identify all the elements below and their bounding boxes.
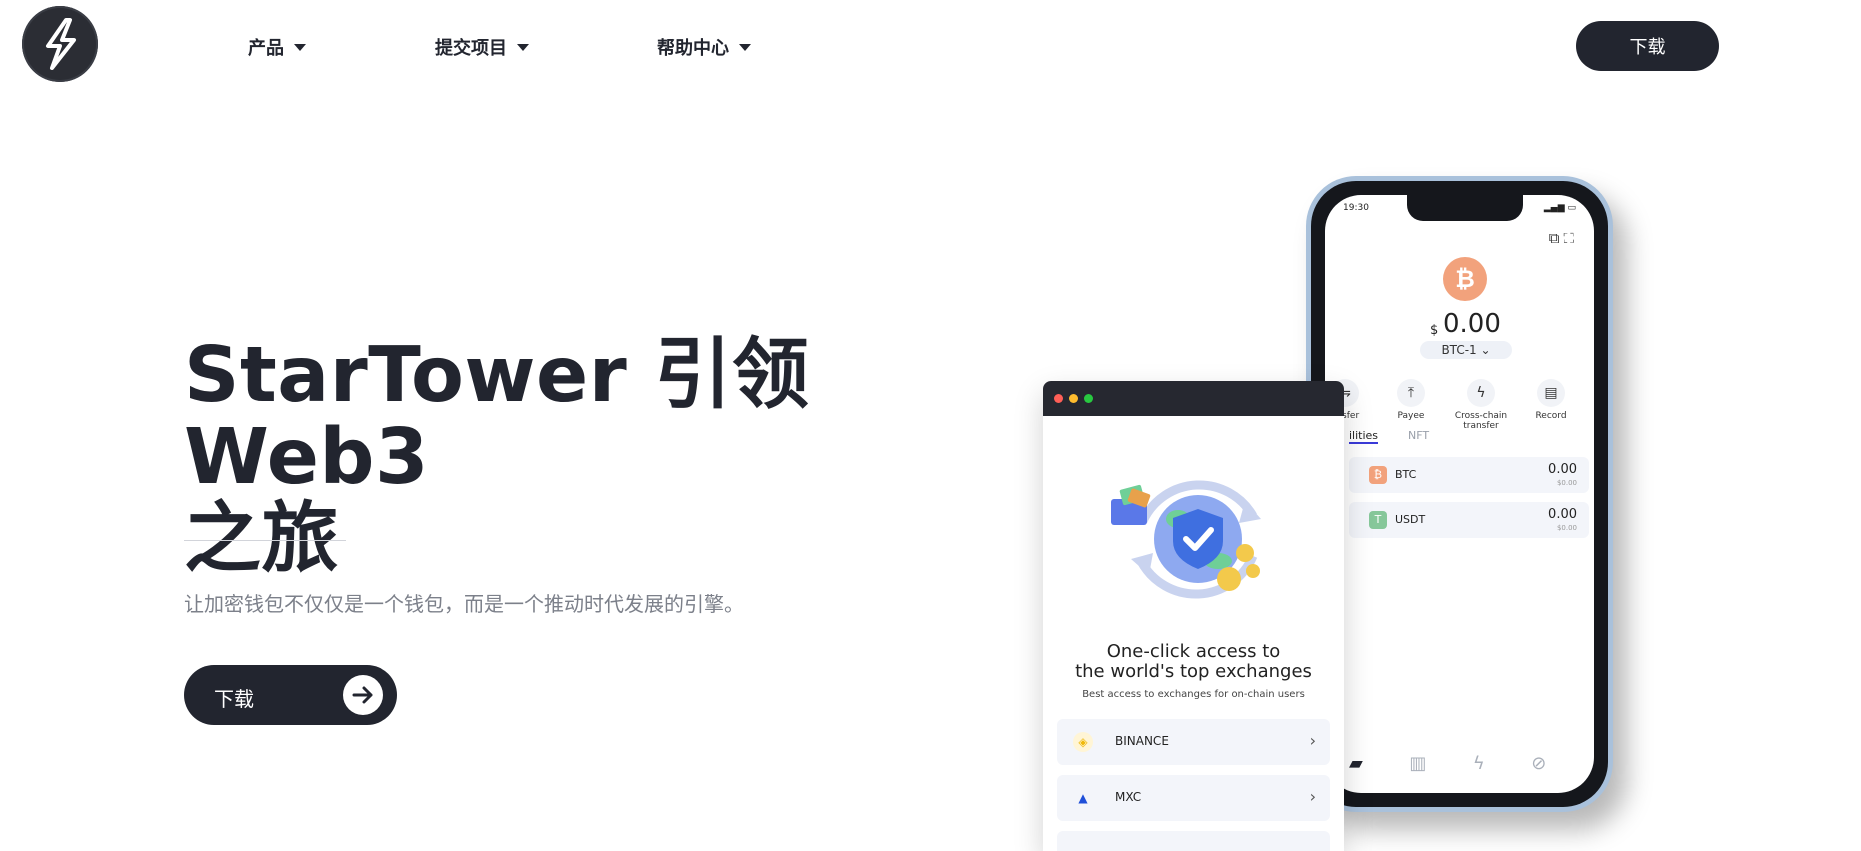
- caret-down-icon: [739, 43, 751, 51]
- phone-notch: [1407, 195, 1523, 221]
- hero-title: StarTower 引领 Web3 之旅: [184, 335, 984, 581]
- swap-tab-icon[interactable]: ϟ: [1473, 753, 1485, 774]
- phone-screen: 19:30 ▂▄▆ ▭ ⧉⛶ ₿ $ 0.00 BTC-1 ⌄ ⇋ ansfer…: [1325, 195, 1594, 793]
- nav-products[interactable]: 产品: [248, 34, 306, 60]
- close-dot-icon: [1054, 394, 1063, 403]
- signal-wifi-battery-icon: ▂▄▆ ▭: [1543, 203, 1576, 213]
- account-name: BTC-1: [1441, 343, 1477, 357]
- caret-down-icon: [294, 43, 306, 51]
- usdt-coin-icon: T: [1369, 511, 1387, 529]
- maximize-dot-icon: [1084, 394, 1093, 403]
- asset-usd: $0.00: [1556, 524, 1577, 532]
- asset-usd: $0.00: [1556, 479, 1577, 487]
- nav-submit-project[interactable]: 提交项目: [435, 34, 529, 60]
- hero-download-button[interactable]: 下载: [184, 665, 397, 725]
- asset-amount: 0.00: [1548, 462, 1577, 477]
- account-selector[interactable]: BTC-1 ⌄: [1420, 341, 1512, 359]
- window-heading-line1: One-click access to: [1106, 641, 1281, 662]
- lightning-s-icon: [46, 18, 76, 70]
- chevron-right-icon: ›: [1309, 731, 1316, 750]
- phone-tab-bar: ▰ ▥ ϟ ⊘ ♙: [1349, 753, 1594, 774]
- lightning-icon: ϟ: [1467, 379, 1495, 407]
- minimize-dot-icon: [1069, 394, 1078, 403]
- tab-abilities[interactable]: ilities: [1349, 429, 1379, 444]
- wallet-scan-icons: ⧉⛶: [1548, 229, 1578, 247]
- asset-row-usdt[interactable]: T USDT 0.00 $0.00: [1349, 502, 1589, 538]
- window-titlebar: [1043, 381, 1344, 416]
- action-cross-chain[interactable]: ϟ Cross-chain transfer: [1441, 379, 1521, 431]
- asset-amount: 0.00: [1548, 507, 1577, 522]
- nav-help-center[interactable]: 帮助中心: [657, 34, 751, 60]
- action-cross-chain-label: Cross-chain transfer: [1454, 411, 1508, 431]
- exchange-name: MXC: [1115, 790, 1142, 804]
- bitcoin-icon: ₿: [1443, 257, 1487, 301]
- record-icon: ▤: [1537, 379, 1565, 407]
- chevron-right-icon: ›: [1309, 787, 1316, 806]
- security-globe-illustration: [1111, 480, 1261, 599]
- app-window-mockup: One-click access to the world's top exch…: [1043, 381, 1344, 851]
- header-download-button[interactable]: 下载: [1576, 21, 1719, 71]
- exchange-name: BINANCE: [1115, 734, 1169, 748]
- startower-logo[interactable]: [22, 6, 98, 82]
- wallet-tab-icon[interactable]: ▰: [1349, 753, 1363, 774]
- upload-arrow-icon: ⤒: [1397, 379, 1425, 407]
- tab-nft[interactable]: NFT: [1408, 429, 1429, 442]
- balance-amount: 0.00: [1443, 309, 1501, 339]
- discover-tab-icon[interactable]: ⊘: [1531, 753, 1546, 774]
- window-subtitle: Best access to exchanges for on-chain us…: [1082, 689, 1305, 700]
- profile-tab-icon[interactable]: ♙: [1593, 753, 1594, 774]
- chart-tab-icon[interactable]: ▥: [1409, 753, 1426, 774]
- phone-mockup: 19:30 ▂▄▆ ▭ ⧉⛶ ₿ $ 0.00 BTC-1 ⌄ ⇋ ansfer…: [1306, 176, 1613, 812]
- window-heading: One-click access to the world's top exch…: [1043, 642, 1344, 682]
- action-record-label: Record: [1535, 411, 1567, 421]
- exchange-row-partial[interactable]: [1057, 831, 1330, 851]
- hero-download-label: 下载: [214, 687, 254, 711]
- phone-time: 19:30: [1343, 203, 1369, 213]
- hero-title-line1: StarTower 引领 Web3: [184, 331, 810, 502]
- mxc-icon: ▲: [1078, 791, 1088, 805]
- arrow-right-icon: [343, 675, 383, 715]
- asset-row-btc[interactable]: ₿ BTC 0.00 $0.00: [1349, 457, 1589, 493]
- nav-submit-project-label: 提交项目: [435, 38, 507, 59]
- action-payee-label: Payee: [1397, 411, 1425, 421]
- exchange-row-mxc[interactable]: ▲ MXC ›: [1057, 775, 1330, 821]
- nav-products-label: 产品: [248, 38, 284, 59]
- window-heading-line2: the world's top exchanges: [1075, 661, 1312, 682]
- exchange-row-binance[interactable]: ◈ BINANCE ›: [1057, 719, 1330, 765]
- action-record[interactable]: ▤ Record: [1511, 379, 1591, 421]
- caret-down-icon: [517, 43, 529, 51]
- asset-symbol: USDT: [1395, 513, 1426, 526]
- action-payee[interactable]: ⤒ Payee: [1371, 379, 1451, 421]
- balance-currency: $: [1430, 323, 1439, 338]
- hero-divider: [184, 540, 346, 541]
- nav-help-center-label: 帮助中心: [657, 38, 729, 59]
- btc-coin-icon: ₿: [1369, 466, 1387, 484]
- hero-subtitle: 让加密钱包不仅仅是一个钱包，而是一个推动时代发展的引擎。: [184, 592, 744, 616]
- asset-symbol: BTC: [1395, 468, 1417, 481]
- binance-icon: ◈: [1073, 732, 1093, 752]
